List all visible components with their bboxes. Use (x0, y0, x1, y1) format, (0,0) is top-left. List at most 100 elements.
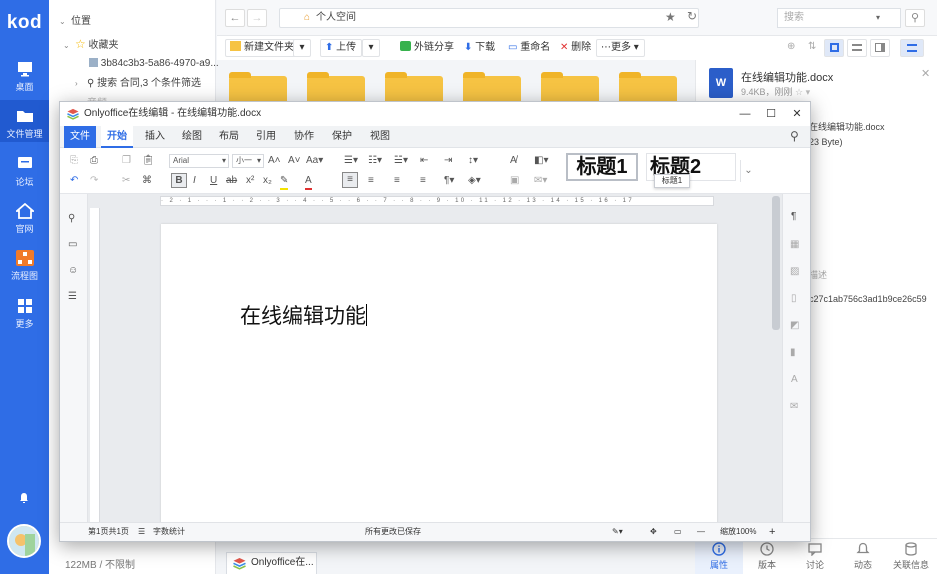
document-page[interactable]: 在线编辑功能 (161, 224, 717, 534)
undo-icon[interactable]: ↶ (70, 174, 78, 188)
grid-view-button[interactable] (824, 39, 844, 57)
fit-width-icon[interactable]: ✥ (650, 523, 657, 541)
table-settings-icon[interactable]: ▦ (790, 238, 799, 252)
highlight-icon[interactable]: ✎ (280, 174, 289, 190)
track-changes-icon[interactable]: ✎▾ (612, 523, 623, 541)
minimize-button[interactable]: — (732, 102, 758, 126)
navigation-icon[interactable]: ☰ (68, 290, 77, 304)
font-color-icon[interactable]: A (305, 174, 312, 190)
tab-layout[interactable]: 布局 (214, 126, 244, 148)
upload-menu-chevron[interactable]: ▾ (362, 39, 380, 57)
tab-draw[interactable]: 绘图 (177, 126, 207, 148)
address-bar[interactable]: ⌂ 个人空间 (279, 8, 699, 28)
rail-item-more[interactable]: 更多 (0, 298, 49, 330)
image-settings-icon[interactable]: ▨ (790, 265, 799, 279)
list-view-button[interactable] (847, 39, 867, 57)
zoom-icon[interactable]: ⊕ (787, 41, 795, 52)
tab-collaborate[interactable]: 协作 (289, 126, 319, 148)
rail-item-files[interactable]: 文件管理 (0, 100, 49, 142)
new-folder-button[interactable]: 新建文件夹 (225, 39, 300, 57)
maximize-button[interactable]: ☐ (758, 102, 784, 126)
multilevel-icon[interactable]: ☱▾ (394, 154, 408, 168)
back-button[interactable]: ← (225, 9, 245, 27)
outdent-icon[interactable]: ⇤ (420, 154, 428, 168)
new-menu-chevron[interactable]: ▾ (293, 39, 311, 57)
info-panel-toggle[interactable] (900, 39, 924, 57)
tree-favorites[interactable]: ⌄ ☆ 收藏夹 (63, 33, 119, 55)
header-settings-icon[interactable]: ▯ (791, 292, 797, 306)
superscript-icon[interactable]: x² (246, 174, 254, 188)
sort-icon[interactable]: ⇅ (808, 41, 816, 52)
align-left-icon[interactable]: ≡ (342, 172, 358, 188)
shading-icon[interactable]: ◈▾ (468, 174, 481, 188)
bold-icon[interactable]: B (171, 173, 187, 188)
subscript-icon[interactable]: x₂ (263, 174, 272, 188)
tab-activity[interactable]: 动态 (839, 542, 887, 571)
tab-file[interactable]: 文件 (64, 126, 96, 148)
align-center-icon[interactable]: ≡ (368, 174, 374, 188)
close-icon[interactable]: ✕ (921, 67, 930, 80)
rename-button[interactable]: ▭ 重命名 (503, 39, 557, 57)
case-icon[interactable]: Aa▾ (306, 154, 323, 168)
info-desc[interactable]: 描述 (809, 268, 827, 281)
grow-font-icon[interactable]: A˄ (268, 154, 281, 168)
tab-references[interactable]: 引用 (251, 126, 281, 148)
paragraph-settings-icon[interactable]: ¶ (791, 210, 796, 224)
underline-icon[interactable]: U (210, 174, 217, 188)
tree-fav-item[interactable]: 3b84c3b3-5a86-4970-a9... (89, 53, 219, 75)
tab-home[interactable]: 开始 (101, 126, 133, 148)
search-icon[interactable]: ⚲ (905, 9, 925, 27)
bell-icon[interactable] (18, 492, 30, 504)
taskbar-onlyoffice[interactable]: Onlyoffice在... (226, 552, 317, 574)
tab-view[interactable]: 视图 (365, 126, 395, 148)
paragraph-icon[interactable]: ¶▾ (444, 174, 454, 188)
rail-item-forum[interactable]: 论坛 (0, 156, 49, 188)
strikethrough-icon[interactable]: ab (226, 174, 237, 188)
tab-protect[interactable]: 保护 (327, 126, 357, 148)
wordcount-icon[interactable]: ☰ (138, 523, 145, 541)
star-icon[interactable]: ★ (665, 10, 676, 24)
app-logo[interactable]: kod (0, 12, 49, 34)
rail-item-desktop[interactable]: 桌面 (0, 61, 49, 93)
search-icon[interactable]: ⚲ (790, 129, 799, 143)
avatar[interactable] (7, 524, 41, 558)
tree-location[interactable]: ⌄ 位置 (59, 11, 91, 33)
editor-titlebar[interactable]: Onlyoffice在线编辑 - 在线编辑功能.docx — ☐ ✕ (60, 102, 810, 126)
align-right-icon[interactable]: ≡ (394, 174, 400, 188)
print-icon[interactable]: ⎙ (90, 154, 98, 168)
paste-icon[interactable]: 📋︎ (142, 154, 155, 168)
download-button[interactable]: ⬇ 下载 (459, 39, 502, 57)
fit-page-icon[interactable]: ▭ (674, 523, 682, 541)
shrink-font-icon[interactable]: A˅ (288, 154, 301, 168)
comment-icon[interactable]: ▭ (68, 238, 77, 252)
vertical-scrollbar[interactable] (772, 196, 780, 330)
close-button[interactable]: ✕ (784, 102, 810, 126)
chevron-down-icon[interactable]: ▾ (806, 87, 811, 97)
chevron-down-icon[interactable]: ⌄ (740, 160, 756, 182)
tab-discussion[interactable]: 讨论 (791, 542, 839, 571)
rail-item-flowchart[interactable]: 流程图 (0, 250, 49, 282)
font-select[interactable]: Arial ▾ (169, 154, 229, 168)
numbering-icon[interactable]: ☷▾ (368, 154, 382, 168)
mail-merge-icon[interactable]: ✉ (790, 400, 798, 414)
forward-button[interactable]: → (247, 9, 267, 27)
copy-icon[interactable]: ⎘ (70, 154, 78, 168)
refresh-icon[interactable]: ↻ (687, 9, 697, 23)
justify-icon[interactable]: ≡ (420, 174, 426, 188)
document-text[interactable]: 在线编辑功能 (240, 300, 367, 330)
delete-button[interactable]: ✕ 删除 (555, 39, 598, 57)
redo-icon[interactable]: ↷ (90, 174, 98, 188)
chat-icon[interactable]: ☺ (68, 264, 78, 278)
style-heading1[interactable]: 标题1 (566, 153, 638, 181)
rail-item-website[interactable]: 官网 (0, 203, 49, 235)
share-button[interactable]: 外链分享 (395, 39, 460, 57)
tab-properties[interactable]: 属性 (695, 542, 743, 571)
bullets-icon[interactable]: ☰▾ (344, 154, 358, 168)
split-view-button[interactable] (870, 39, 890, 57)
star-icon[interactable]: ☆ (795, 87, 803, 97)
cut-icon[interactable]: ✂ (122, 174, 130, 188)
search-icon[interactable]: ⚲ (68, 212, 75, 226)
more-button[interactable]: ⋯更多 ▾ (596, 39, 645, 57)
shape-settings-icon[interactable]: ◩ (790, 319, 799, 333)
textart-icon[interactable]: A (791, 373, 798, 387)
